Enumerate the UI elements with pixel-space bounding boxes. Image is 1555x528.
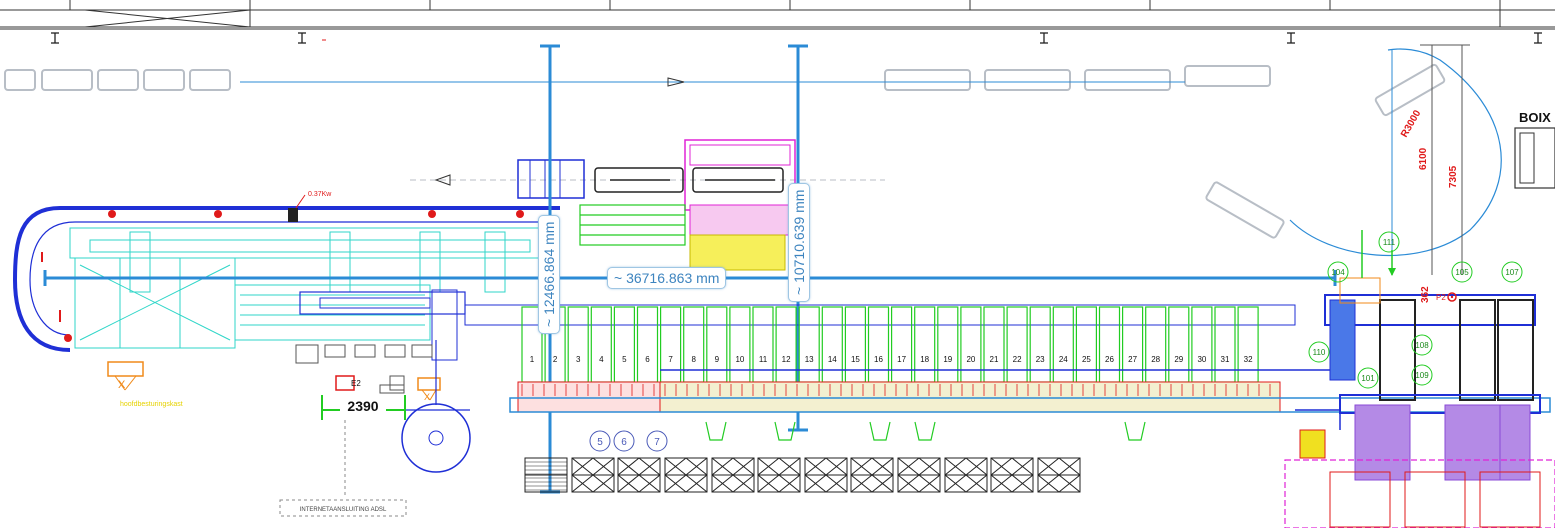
station-number: 25 [1082,355,1091,364]
column-markers [51,32,1542,44]
station-box [567,306,589,383]
station-number: 7 [668,355,673,364]
rack [897,457,941,493]
station-box [613,306,636,383]
station-number: 1 [530,355,535,364]
station-number: 32 [1244,355,1253,364]
station-box [636,306,659,383]
rack [617,457,661,493]
main-cabinet [107,361,144,391]
station-number: 5 [622,355,627,364]
rack [571,457,615,493]
e2-label: E2 [351,379,361,388]
station-number: 8 [691,355,696,364]
station-number: 19 [943,355,952,364]
rack [664,457,708,493]
station-number: 23 [1036,355,1045,364]
measurement-vertical-right[interactable]: ~ 10710.639 mm [788,182,810,302]
box-x-mark: X [424,392,430,402]
ref-circle-label: 109 [1415,371,1429,380]
boix-label: BOIX [1519,110,1551,125]
station-number: 17 [897,355,906,364]
station-number: 12 [782,355,791,364]
ref-circle-label: 5 [597,437,603,448]
ref-circle-label: 7 [654,437,660,448]
ref-circle-label: 6 [621,437,627,448]
station-number: 16 [874,355,883,364]
rack [850,457,894,493]
dimension-2390: 2390 [347,398,378,414]
dim-6100: 6100 [1418,147,1429,170]
station-number: 11 [759,355,768,364]
rack [711,457,755,493]
station-number: 2 [553,355,558,364]
dark-trolleys [594,167,784,193]
rack [944,457,988,493]
ref-circle-label: 111 [1383,238,1396,247]
station-box [590,306,612,383]
station-number: 29 [1174,355,1183,364]
pallet-racks [524,457,1081,493]
station-number: 14 [828,355,837,364]
rack [524,457,568,493]
right-unloading-area [1284,277,1555,528]
station-number: 26 [1105,355,1114,364]
internet-label: INTERNETAANSLUITING ADSL [300,507,387,513]
ref-circle-label: 107 [1505,268,1519,277]
station-number: 27 [1128,355,1137,364]
ref-circle-label: 108 [1415,341,1429,350]
measurement-vertical-left[interactable]: ~ 12466.864 mm [538,214,560,334]
ref-circle-label: 101 [1361,374,1375,383]
station-number: 20 [966,355,975,364]
station-number: 4 [599,355,604,364]
rack [990,457,1034,493]
turntable [401,403,471,473]
ref-circle-label: 110 [1313,348,1326,357]
magenta-station [684,139,796,271]
station-number: 21 [990,355,999,364]
title-frame [0,0,1555,30]
cabinet-x-mark: X [118,379,126,391]
rack [804,457,848,493]
ref-circle-label: 105 [1455,268,1469,277]
p2-label: P2 [1436,293,1446,302]
motor-label: 0.37Kw [308,191,332,198]
station-number: 31 [1221,355,1230,364]
station-number: 9 [715,355,720,364]
station-number: 15 [851,355,860,364]
measurement-horizontal[interactable]: ~ 36716.863 mm [607,267,727,289]
station-number: 22 [1013,355,1022,364]
ref-circle-label: 104 [1331,268,1345,277]
station-number: 10 [735,355,744,364]
cyan-machinery [69,227,551,349]
station-number: 3 [576,355,581,364]
layout-drawing: 1 2 3 4 5 6 7 8 9 10 11 12 13 14 15 16 17 18 19 20 21 22 23 24 2… [0,0,1555,528]
station-number: 13 [805,355,814,364]
dim-7305: 7305 [1448,165,1459,188]
rack [757,457,801,493]
station-number: 28 [1151,355,1160,364]
station-number: 30 [1197,355,1206,364]
station-number: 6 [645,355,650,364]
return-loop [1289,48,1502,256]
hoofd-label: hoofdbesturingskast [120,401,183,408]
rack [1037,457,1081,493]
radius-label: R3000 [1399,108,1423,139]
dim-362: 362 [1420,286,1431,303]
station-number: 24 [1059,355,1068,364]
station-number: 18 [920,355,929,364]
